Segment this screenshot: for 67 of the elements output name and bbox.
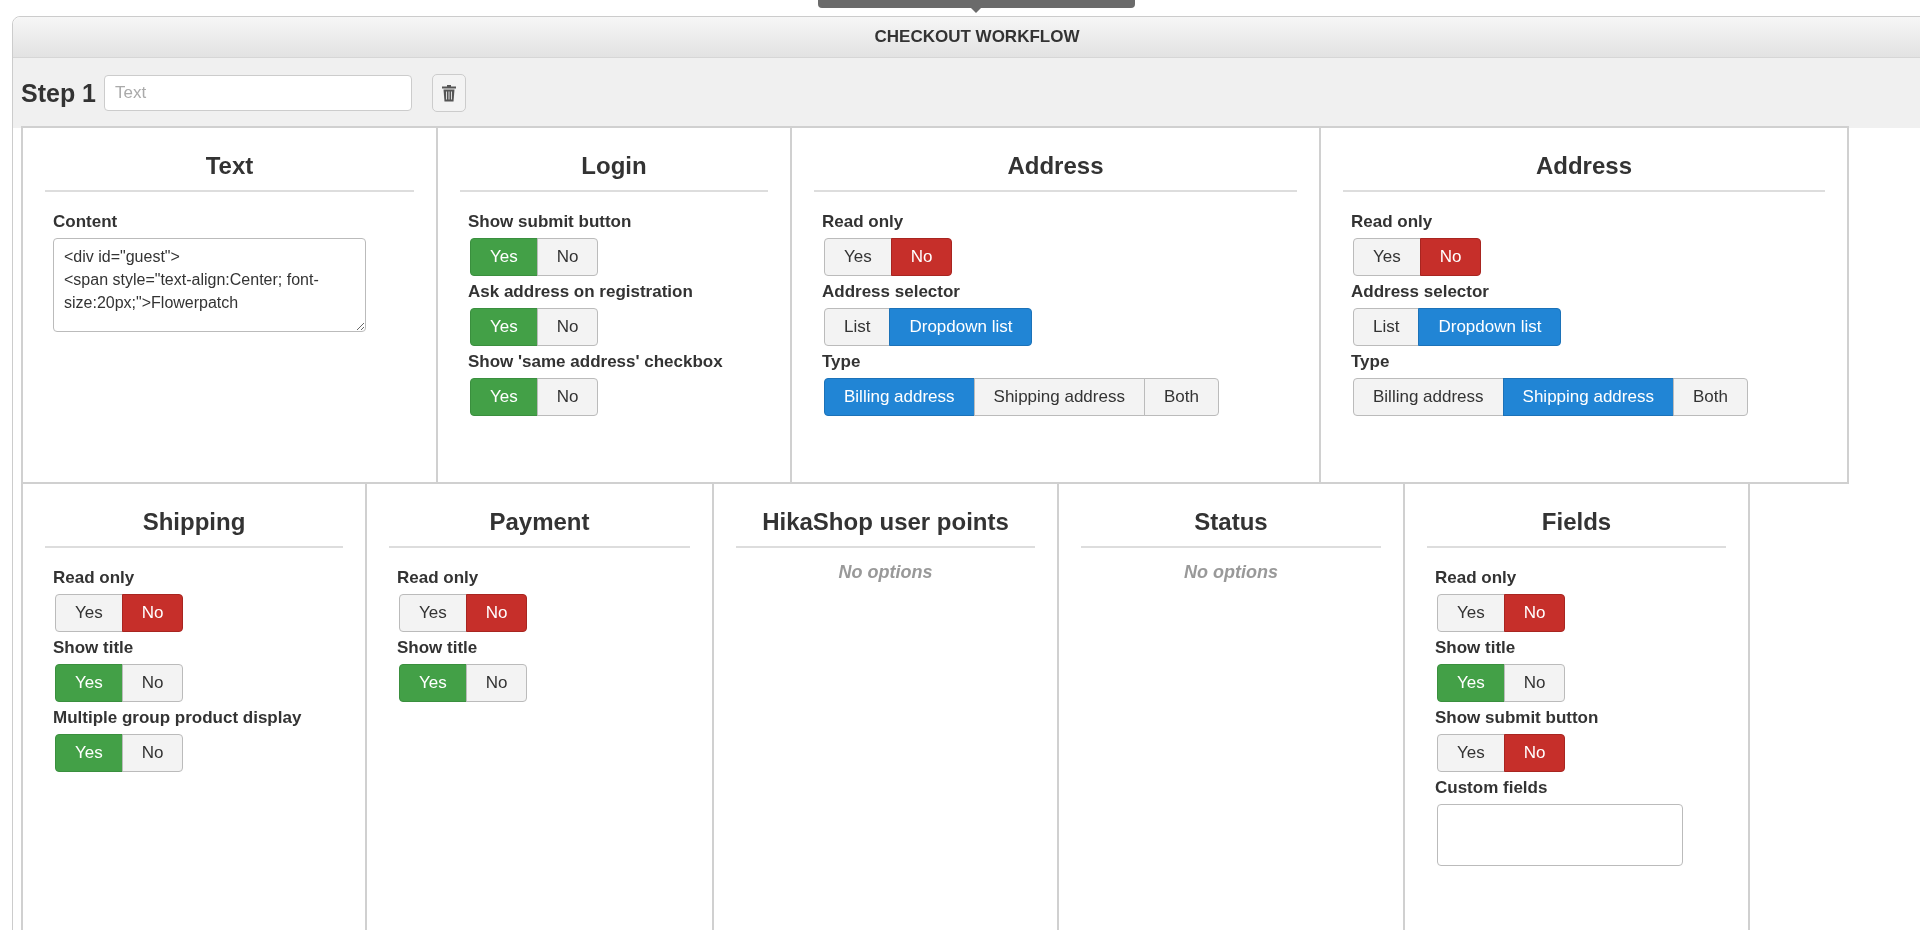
- setting-label: Show submit button: [468, 212, 633, 232]
- setting-label: Custom fields: [1435, 778, 1549, 798]
- setting-label: Type: [1351, 352, 1391, 372]
- toggle-option[interactable]: No: [121, 734, 184, 772]
- toggle-option[interactable]: Yes: [1437, 594, 1505, 632]
- setting-label: Show title: [397, 638, 479, 658]
- setting-label: Type: [822, 352, 862, 372]
- setting-label: Read only: [1435, 568, 1518, 588]
- setting-label: Show submit button: [1435, 708, 1600, 728]
- step-label: Step 1: [21, 78, 97, 108]
- toggle-option[interactable]: Dropdown list: [1418, 308, 1562, 346]
- block-title: Status: [1081, 484, 1381, 548]
- toggle-option[interactable]: Yes: [399, 594, 467, 632]
- toggle-option[interactable]: Shipping address: [1502, 378, 1674, 416]
- toggle-option[interactable]: Yes: [1437, 734, 1505, 772]
- setting-label: Address selector: [822, 282, 961, 302]
- no-options-text: No options: [1183, 562, 1279, 583]
- block-title: Shipping: [45, 484, 343, 548]
- delete-button[interactable]: [432, 74, 467, 112]
- setting-label: Read only: [53, 568, 136, 588]
- setting-label: Content: [53, 212, 119, 232]
- setting-label: Multiple group product display: [53, 708, 303, 728]
- toggle-option[interactable]: No: [1503, 734, 1566, 772]
- block-title: Login: [460, 128, 768, 192]
- trash-icon: [442, 84, 457, 102]
- toggle-option[interactable]: No: [1503, 664, 1566, 702]
- toggle-option[interactable]: No: [536, 308, 599, 346]
- drag-handle[interactable]: [818, 0, 1135, 8]
- toggle-option[interactable]: List: [824, 308, 891, 346]
- toggle-option[interactable]: Both: [1672, 378, 1748, 416]
- block-title: Payment: [389, 484, 690, 548]
- setting-label: Ask address on registration: [468, 282, 694, 302]
- step-name-input[interactable]: Text: [104, 75, 413, 111]
- toggle-option[interactable]: Yes: [55, 594, 123, 632]
- setting-label: Address selector: [1351, 282, 1490, 302]
- block-title: Address: [814, 128, 1297, 192]
- block-title: Fields: [1427, 484, 1726, 548]
- toggle-option[interactable]: No: [121, 664, 184, 702]
- toggle-option[interactable]: No: [890, 238, 953, 276]
- toggle-option[interactable]: No: [536, 378, 599, 416]
- block-title: Address: [1343, 128, 1825, 192]
- setting-label: Show 'same address' checkbox: [468, 352, 724, 372]
- toggle-option[interactable]: No: [465, 594, 528, 632]
- toggle-option[interactable]: No: [536, 238, 599, 276]
- toggle-option[interactable]: Dropdown list: [889, 308, 1033, 346]
- no-options-text: No options: [837, 562, 934, 583]
- panel-title: CHECKOUT WORKFLOW: [874, 27, 1080, 47]
- setting-label: Read only: [822, 212, 905, 232]
- toggle-option[interactable]: Billing address: [824, 378, 975, 416]
- toggle-option[interactable]: Shipping address: [973, 378, 1145, 416]
- content-textarea[interactable]: <div id="guest"> <span style="text-align:Center; font-size:20px;">Flowerpatch: [53, 238, 366, 332]
- block-title: HikaShop user points: [736, 484, 1035, 548]
- toggle-option[interactable]: No: [1503, 594, 1566, 632]
- custom-fields-list[interactable]: [1437, 804, 1683, 866]
- toggle-option[interactable]: Both: [1143, 378, 1219, 416]
- setting-label: Read only: [1351, 212, 1434, 232]
- setting-label: Show title: [53, 638, 135, 658]
- setting-label: Show title: [1435, 638, 1517, 658]
- toggle-option[interactable]: Yes: [1353, 238, 1421, 276]
- toggle-option[interactable]: Billing address: [1353, 378, 1504, 416]
- setting-label: Read only: [397, 568, 480, 588]
- toggle-option[interactable]: Yes: [824, 238, 892, 276]
- block-title: Text: [45, 128, 414, 192]
- toggle-option[interactable]: List: [1353, 308, 1420, 346]
- toggle-option[interactable]: No: [465, 664, 528, 702]
- toggle-option[interactable]: No: [1419, 238, 1482, 276]
- toggle-option[interactable]: No: [121, 594, 184, 632]
